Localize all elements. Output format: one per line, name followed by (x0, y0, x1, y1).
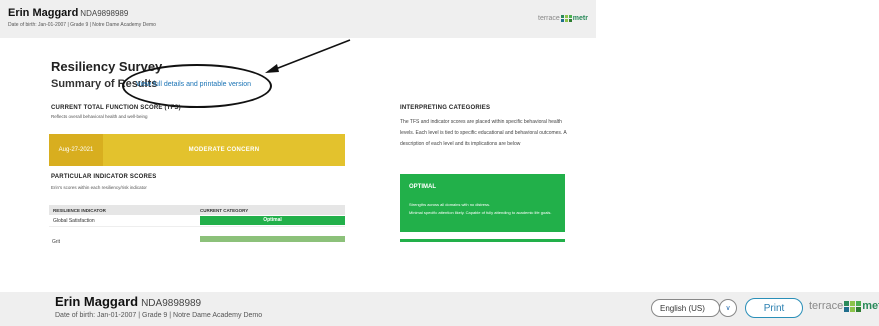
student-id: NDA9898989 (141, 298, 202, 309)
optimal-description: Strengths across all domains with no dis… (409, 202, 491, 207)
tfs-subtext: Reflects overall behavioral health and w… (51, 114, 148, 119)
language-select[interactable]: English (US) (651, 299, 720, 317)
logo-grid-icon (844, 300, 862, 312)
annotation-arrow-icon (265, 39, 351, 73)
indicators-heading: PARTICULAR INDICATOR SCORES (51, 174, 157, 180)
indicators-subtext: Erin's scores within each resiliency/ris… (51, 185, 147, 190)
table-header: RESILIENCE INDICATOR CURRENT CATEGORY (49, 205, 345, 215)
indicator-name-cut: Grit (52, 239, 61, 245)
student-name-small: Erin Maggard NDA9898989 (8, 7, 129, 19)
interpreting-text: The TFS and indicator scores are placed … (400, 119, 567, 147)
student-id-small: NDA9898989 (80, 9, 129, 18)
tfs-heading: CURRENT TOTAL FUNCTION SCORE (TFS) (51, 105, 181, 111)
student-name: Erin Maggard NDA9898989 (55, 294, 202, 309)
table-row[interactable]: Global Satisfaction Optimal (49, 215, 345, 227)
column-header-indicator: RESILIENCE INDICATOR (53, 207, 106, 213)
annotation-circle (122, 64, 272, 108)
student-details-small: Date of birth: Jan-01-2007 | Grade 9 | N… (8, 22, 156, 28)
indicator-table: RESILIENCE INDICATOR CURRENT CATEGORY Gl… (49, 205, 345, 227)
tfs-category-label: MODERATE CONCERN (188, 147, 260, 153)
chevron-down-icon[interactable]: ∨ (719, 299, 737, 317)
logo-grid-icon (560, 15, 572, 22)
indicator-name: Global Satisfaction (53, 217, 95, 224)
top-header (0, 0, 596, 38)
next-category-card-cut (400, 239, 565, 242)
category-badge: Optimal (200, 216, 345, 225)
interpreting-heading: INTERPRETING CATEGORIES (400, 105, 491, 111)
optimal-implication: Minimal specific attention likely. Capab… (409, 210, 552, 215)
print-button[interactable]: Print (745, 298, 803, 318)
tfs-date: Aug-27-2021 (49, 134, 103, 166)
optimal-title: OPTIMAL (409, 184, 436, 190)
optimal-card: OPTIMAL Strengths across all domains wit… (400, 174, 565, 232)
column-header-category: CURRENT CATEGORY (200, 207, 249, 213)
terrace-metrics-logo: terrace metric (809, 300, 879, 312)
terrace-metrics-logo-small: terrace metr (538, 15, 588, 22)
student-details: Date of birth: Jan-01-2007 | Grade 9 | N… (55, 312, 263, 319)
category-badge-cut (200, 236, 345, 242)
